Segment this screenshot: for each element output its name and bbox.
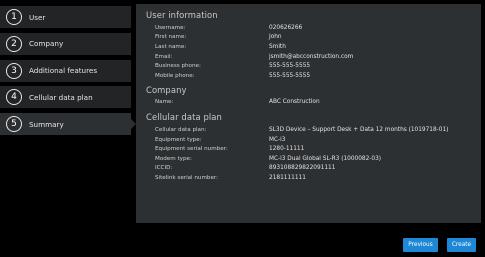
step-number: 5: [6, 116, 22, 133]
step-additional-features[interactable]: 3 Additional features: [0, 59, 131, 82]
summary-row: Email: jsmith@abcconstruction.com: [146, 52, 471, 62]
wizard-window: 1 User 2 Company 3 Additional features 4…: [0, 0, 485, 257]
step-cellular-data-plan[interactable]: 4 Cellular data plan: [0, 86, 131, 109]
cellular-data-plan-rows: Cellular data plan: SL3D Device – Support…: [146, 125, 471, 183]
row-label: Equipment type:: [155, 136, 202, 143]
row-label: Last name:: [155, 43, 187, 50]
summary-row: Business phone: 555-555-5555: [146, 61, 471, 71]
summary-row: Equipment type: MC-i3: [146, 135, 471, 145]
step-label: User: [29, 12, 46, 22]
summary-row: Sitelink serial number: 2181111111: [146, 173, 471, 183]
row-value: 555-555-5555: [269, 72, 311, 79]
step-number: 3: [6, 62, 22, 79]
step-label: Cellular data plan: [29, 92, 93, 102]
summary-row: Mobile phone: 555-555-5555: [146, 71, 471, 81]
step-company[interactable]: 2 Company: [0, 32, 131, 55]
user-information-rows: Username: 020626266 First name: John Last …: [146, 23, 471, 81]
step-summary[interactable]: 5 Summary: [0, 113, 136, 136]
summary-row: Last name: Smith: [146, 42, 471, 52]
row-label: Business phone:: [155, 63, 201, 70]
step-number: 1: [6, 9, 22, 25]
row-value: 1280-11111: [269, 146, 305, 153]
row-label: First name:: [155, 34, 187, 41]
row-label: Modem type:: [155, 155, 192, 162]
row-value: SL3D Device – Support Desk + Data 12 mon…: [269, 126, 449, 133]
summary-row: Cellular data plan: SL3D Device – Support…: [146, 125, 471, 135]
cellular-data-plan-section: Cellular data plan Cellular data plan: SL…: [146, 112, 471, 183]
row-value: jsmith@abcconstruction.com: [269, 53, 354, 60]
wizard-steps: 1 User 2 Company 3 Additional features 4…: [0, 6, 136, 140]
section-title: User information: [146, 10, 218, 20]
company-section: Company Name: ABC Construction: [146, 85, 471, 108]
row-value: ABC Construction: [269, 99, 320, 106]
summary-row: First name: John: [146, 33, 471, 43]
row-label: ICCID:: [155, 165, 173, 172]
row-label: Sitelink serial number:: [155, 174, 218, 181]
row-value: Smith: [269, 43, 286, 50]
previous-button[interactable]: Previous: [403, 238, 438, 252]
row-value: 020626266: [269, 24, 303, 31]
row-value: MC-i3: [269, 136, 286, 143]
summary-row: Equipment serial number: 1280-11111: [146, 144, 471, 154]
summary-row: Username: 020626266: [146, 23, 471, 33]
row-label: Mobile phone:: [155, 72, 195, 79]
row-value: 893108829822091111: [269, 165, 336, 172]
row-value: MC-i3 Dual Global SL-R3 (1000082-03): [269, 155, 382, 162]
section-title: Company: [146, 84, 187, 95]
step-number: 2: [6, 35, 22, 52]
row-label: Name:: [155, 99, 174, 106]
row-label: Email:: [155, 53, 173, 60]
step-number: 4: [6, 89, 22, 106]
user-information-section: User information Username: 020626266 Firs…: [146, 10, 471, 81]
create-button[interactable]: Create: [447, 238, 476, 252]
summary-row: Modem type: MC-i3 Dual Global SL-R3 (1000…: [146, 154, 471, 164]
row-value: 555-555-5555: [269, 63, 311, 70]
row-value: 2181111111: [269, 174, 306, 181]
row-value: John: [269, 34, 282, 41]
row-label: Equipment serial number:: [155, 146, 228, 153]
step-user[interactable]: 1 User: [0, 6, 131, 28]
step-label: Summary: [29, 119, 64, 129]
section-title: Cellular data plan: [146, 112, 222, 123]
row-label: Username:: [155, 24, 186, 31]
step-label: Company: [29, 39, 64, 49]
row-label: Cellular data plan:: [155, 126, 207, 133]
company-rows: Name: ABC Construction: [146, 98, 471, 108]
step-label: Additional features: [29, 66, 98, 76]
summary-panel: User information Username: 020626266 Firs…: [136, 4, 481, 223]
summary-row: Name: ABC Construction: [146, 98, 471, 108]
summary-row: ICCID: 893108829822091111: [146, 164, 471, 174]
